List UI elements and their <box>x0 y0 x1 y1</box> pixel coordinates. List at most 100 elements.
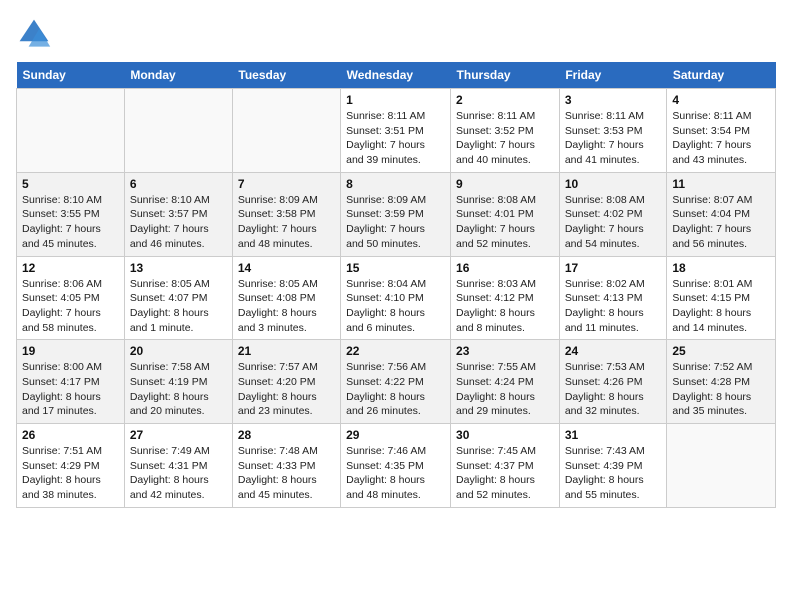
day-cell <box>17 89 125 173</box>
weekday-header-row: SundayMondayTuesdayWednesdayThursdayFrid… <box>17 62 776 89</box>
day-cell: 1 Sunrise: 8:11 AM Sunset: 3:51 PM Daylig… <box>341 89 451 173</box>
day-info: Sunrise: 7:49 AM Sunset: 4:31 PM Dayligh… <box>130 444 227 503</box>
day-number: 27 <box>130 428 227 442</box>
day-info: Sunrise: 8:05 AM Sunset: 4:08 PM Dayligh… <box>238 277 335 336</box>
weekday-header-friday: Friday <box>559 62 667 89</box>
day-number: 18 <box>672 261 770 275</box>
day-info: Sunrise: 7:51 AM Sunset: 4:29 PM Dayligh… <box>22 444 119 503</box>
day-number: 26 <box>22 428 119 442</box>
day-info: Sunrise: 8:11 AM Sunset: 3:53 PM Dayligh… <box>565 109 662 168</box>
day-cell: 5 Sunrise: 8:10 AM Sunset: 3:55 PM Daylig… <box>17 172 125 256</box>
day-cell: 23 Sunrise: 7:55 AM Sunset: 4:24 PM Dayli… <box>451 340 560 424</box>
day-cell: 10 Sunrise: 8:08 AM Sunset: 4:02 PM Dayli… <box>559 172 667 256</box>
week-row-3: 12Sunrise: 8:06 AM Sunset: 4:05 PM Dayli… <box>17 256 776 340</box>
day-number: 13 <box>130 261 227 275</box>
logo <box>16 16 56 52</box>
day-number: 8 <box>346 177 445 191</box>
day-info: Sunrise: 7:53 AM Sunset: 4:26 PM Dayligh… <box>565 360 662 419</box>
day-cell: 2 Sunrise: 8:11 AM Sunset: 3:52 PM Daylig… <box>451 89 560 173</box>
day-info: Sunrise: 7:56 AM Sunset: 4:22 PM Dayligh… <box>346 360 445 419</box>
weekday-header-saturday: Saturday <box>667 62 776 89</box>
day-number: 6 <box>130 177 227 191</box>
day-cell: 27 Sunrise: 7:49 AM Sunset: 4:31 PM Dayli… <box>124 424 232 508</box>
day-info: Sunrise: 8:06 AM Sunset: 4:05 PM Dayligh… <box>22 277 119 336</box>
day-cell: 4 Sunrise: 8:11 AM Sunset: 3:54 PM Daylig… <box>667 89 776 173</box>
day-number: 21 <box>238 344 335 358</box>
day-number: 30 <box>456 428 554 442</box>
day-cell: 18 Sunrise: 8:01 AM Sunset: 4:15 PM Dayli… <box>667 256 776 340</box>
weekday-header-wednesday: Wednesday <box>341 62 451 89</box>
day-number: 1 <box>346 93 445 107</box>
day-cell: 13 Sunrise: 8:05 AM Sunset: 4:07 PM Dayli… <box>124 256 232 340</box>
day-number: 31 <box>565 428 662 442</box>
day-info: Sunrise: 8:07 AM Sunset: 4:04 PM Dayligh… <box>672 193 770 252</box>
day-info: Sunrise: 8:11 AM Sunset: 3:54 PM Dayligh… <box>672 109 770 168</box>
day-cell: 12Sunrise: 8:06 AM Sunset: 4:05 PM Dayli… <box>17 256 125 340</box>
day-cell <box>667 424 776 508</box>
day-info: Sunrise: 7:45 AM Sunset: 4:37 PM Dayligh… <box>456 444 554 503</box>
day-number: 4 <box>672 93 770 107</box>
day-number: 25 <box>672 344 770 358</box>
day-cell: 29 Sunrise: 7:46 AM Sunset: 4:35 PM Dayli… <box>341 424 451 508</box>
day-cell: 3 Sunrise: 8:11 AM Sunset: 3:53 PM Daylig… <box>559 89 667 173</box>
day-cell: 21 Sunrise: 7:57 AM Sunset: 4:20 PM Dayli… <box>232 340 340 424</box>
day-number: 24 <box>565 344 662 358</box>
week-row-5: 26 Sunrise: 7:51 AM Sunset: 4:29 PM Dayli… <box>17 424 776 508</box>
day-cell: 24 Sunrise: 7:53 AM Sunset: 4:26 PM Dayli… <box>559 340 667 424</box>
day-cell: 17 Sunrise: 8:02 AM Sunset: 4:13 PM Dayli… <box>559 256 667 340</box>
day-cell: 7 Sunrise: 8:09 AM Sunset: 3:58 PM Daylig… <box>232 172 340 256</box>
day-number: 17 <box>565 261 662 275</box>
day-info: Sunrise: 8:03 AM Sunset: 4:12 PM Dayligh… <box>456 277 554 336</box>
day-info: Sunrise: 8:01 AM Sunset: 4:15 PM Dayligh… <box>672 277 770 336</box>
logo-icon <box>16 16 52 52</box>
day-number: 19 <box>22 344 119 358</box>
week-row-1: 1 Sunrise: 8:11 AM Sunset: 3:51 PM Daylig… <box>17 89 776 173</box>
week-row-2: 5 Sunrise: 8:10 AM Sunset: 3:55 PM Daylig… <box>17 172 776 256</box>
day-info: Sunrise: 7:55 AM Sunset: 4:24 PM Dayligh… <box>456 360 554 419</box>
day-info: Sunrise: 8:08 AM Sunset: 4:01 PM Dayligh… <box>456 193 554 252</box>
day-info: Sunrise: 8:09 AM Sunset: 3:58 PM Dayligh… <box>238 193 335 252</box>
day-cell: 31 Sunrise: 7:43 AM Sunset: 4:39 PM Dayli… <box>559 424 667 508</box>
day-info: Sunrise: 7:46 AM Sunset: 4:35 PM Dayligh… <box>346 444 445 503</box>
day-info: Sunrise: 8:10 AM Sunset: 3:57 PM Dayligh… <box>130 193 227 252</box>
day-number: 7 <box>238 177 335 191</box>
day-info: Sunrise: 7:43 AM Sunset: 4:39 PM Dayligh… <box>565 444 662 503</box>
day-cell: 16 Sunrise: 8:03 AM Sunset: 4:12 PM Dayli… <box>451 256 560 340</box>
day-cell: 14 Sunrise: 8:05 AM Sunset: 4:08 PM Dayli… <box>232 256 340 340</box>
day-cell: 11 Sunrise: 8:07 AM Sunset: 4:04 PM Dayli… <box>667 172 776 256</box>
day-number: 3 <box>565 93 662 107</box>
day-info: Sunrise: 8:11 AM Sunset: 3:52 PM Dayligh… <box>456 109 554 168</box>
day-cell <box>232 89 340 173</box>
day-number: 20 <box>130 344 227 358</box>
day-number: 23 <box>456 344 554 358</box>
day-info: Sunrise: 8:05 AM Sunset: 4:07 PM Dayligh… <box>130 277 227 336</box>
day-info: Sunrise: 8:08 AM Sunset: 4:02 PM Dayligh… <box>565 193 662 252</box>
day-number: 11 <box>672 177 770 191</box>
day-info: Sunrise: 8:11 AM Sunset: 3:51 PM Dayligh… <box>346 109 445 168</box>
day-number: 15 <box>346 261 445 275</box>
calendar: SundayMondayTuesdayWednesdayThursdayFrid… <box>16 62 776 508</box>
day-info: Sunrise: 7:57 AM Sunset: 4:20 PM Dayligh… <box>238 360 335 419</box>
weekday-header-thursday: Thursday <box>451 62 560 89</box>
week-row-4: 19 Sunrise: 8:00 AM Sunset: 4:17 PM Dayli… <box>17 340 776 424</box>
weekday-header-sunday: Sunday <box>17 62 125 89</box>
day-cell: 22Sunrise: 7:56 AM Sunset: 4:22 PM Dayli… <box>341 340 451 424</box>
weekday-header-monday: Monday <box>124 62 232 89</box>
day-number: 16 <box>456 261 554 275</box>
day-number: 5 <box>22 177 119 191</box>
day-number: 14 <box>238 261 335 275</box>
day-number: 10 <box>565 177 662 191</box>
day-number: 28 <box>238 428 335 442</box>
day-info: Sunrise: 8:00 AM Sunset: 4:17 PM Dayligh… <box>22 360 119 419</box>
day-cell: 19 Sunrise: 8:00 AM Sunset: 4:17 PM Dayli… <box>17 340 125 424</box>
day-cell: 15Sunrise: 8:04 AM Sunset: 4:10 PM Dayli… <box>341 256 451 340</box>
day-info: Sunrise: 8:09 AM Sunset: 3:59 PM Dayligh… <box>346 193 445 252</box>
day-info: Sunrise: 7:52 AM Sunset: 4:28 PM Dayligh… <box>672 360 770 419</box>
day-number: 29 <box>346 428 445 442</box>
day-cell: 9Sunrise: 8:08 AM Sunset: 4:01 PM Daylig… <box>451 172 560 256</box>
day-info: Sunrise: 8:10 AM Sunset: 3:55 PM Dayligh… <box>22 193 119 252</box>
day-info: Sunrise: 7:58 AM Sunset: 4:19 PM Dayligh… <box>130 360 227 419</box>
day-cell: 26 Sunrise: 7:51 AM Sunset: 4:29 PM Dayli… <box>17 424 125 508</box>
day-info: Sunrise: 8:02 AM Sunset: 4:13 PM Dayligh… <box>565 277 662 336</box>
day-number: 2 <box>456 93 554 107</box>
